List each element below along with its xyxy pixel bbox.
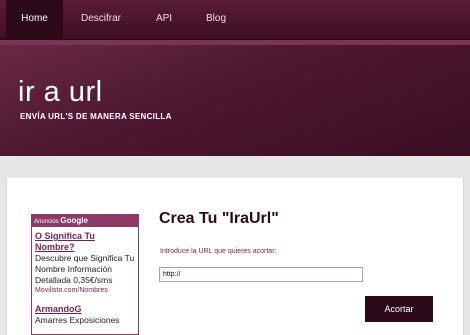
nav-api[interactable]: API — [146, 0, 182, 40]
ad-item: ArmandoG Amarres Exposiciones — [32, 296, 138, 326]
header-band — [0, 40, 470, 45]
nav-descifrar[interactable]: Descifrar — [72, 0, 130, 40]
ad-header-prefix: Anuncios — [34, 219, 59, 225]
site-title[interactable]: ir a url — [18, 76, 103, 108]
form-title: Crea Tu "IraUrl" — [159, 210, 279, 227]
site-header: ir a url ENVÍA URL'S DE MANERA SENCILLA — [0, 40, 470, 156]
url-input-label: Introduce la URL que quieres acortar: — [160, 248, 277, 255]
ad-description: Descubre que Significa Tu Nombre Informa… — [35, 253, 135, 285]
nav-home[interactable]: Home — [6, 0, 63, 40]
ad-header[interactable]: Anuncios Google — [32, 215, 138, 227]
ad-title-link[interactable]: O Significa Tu Nombre? — [35, 231, 135, 253]
shorten-button[interactable]: Acortar — [365, 296, 433, 322]
top-navbar: Home Descifrar API Blog — [0, 0, 470, 40]
site-tagline: ENVÍA URL'S DE MANERA SENCILLA — [20, 112, 172, 121]
google-ad-block: Anuncios Google O Significa Tu Nombre? D… — [31, 214, 139, 335]
ad-url[interactable]: Movilisto.com/Nombres — [35, 286, 135, 296]
ad-item: O Significa Tu Nombre? Descubre que Sign… — [32, 227, 138, 296]
ad-title-link[interactable]: ArmandoG — [35, 304, 135, 315]
url-input[interactable] — [159, 267, 363, 282]
ad-description: Amarres Exposiciones — [35, 315, 120, 325]
google-logo: Google — [60, 216, 88, 225]
nav-blog[interactable]: Blog — [197, 0, 235, 40]
